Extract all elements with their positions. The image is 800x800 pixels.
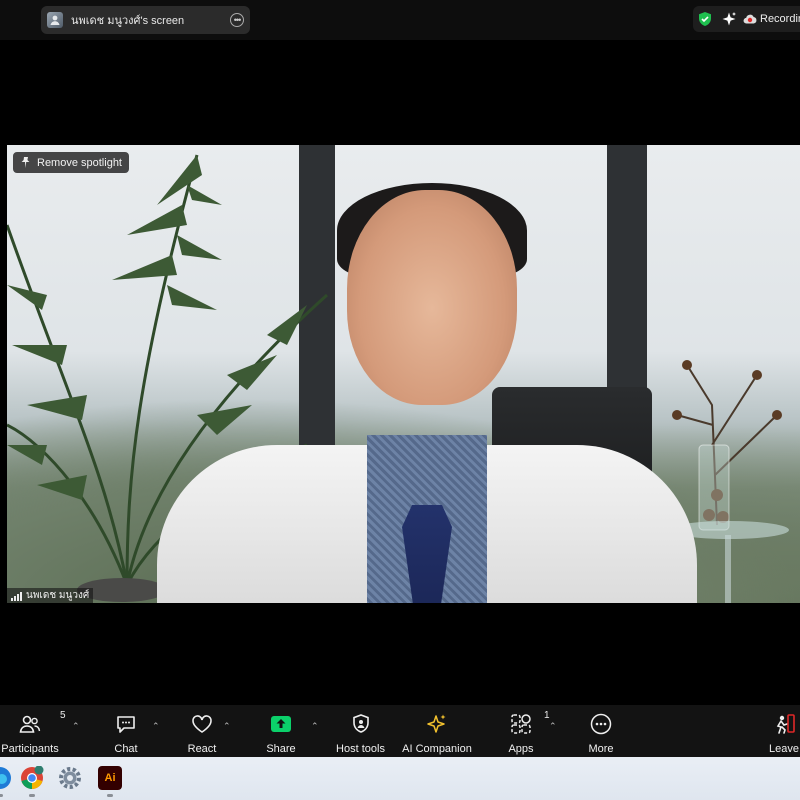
remove-spotlight-label: Remove spotlight (37, 156, 122, 169)
more-label: More (588, 743, 614, 755)
participant-name-tag: นพเดช มนูวงศ์ (7, 588, 94, 603)
running-indicator (0, 794, 3, 797)
meeting-toolbar: 5 Participants ⌃ Chat ⌃ React ⌃ Share ⌃ … (0, 705, 800, 757)
signal-strength-icon (11, 591, 22, 601)
chat-caret-icon[interactable]: ⌃ (152, 721, 160, 732)
more-icon (590, 713, 612, 735)
apps-count: 1 (544, 710, 550, 721)
apps-caret-icon[interactable]: ⌃ (549, 721, 557, 732)
ai-companion-button[interactable]: AI Companion (401, 713, 473, 755)
chat-button[interactable]: Chat (106, 713, 146, 755)
participants-icon (19, 715, 41, 733)
ai-sparkle-icon (427, 714, 446, 733)
react-button[interactable]: React (182, 713, 222, 755)
running-indicator (29, 794, 35, 797)
leave-label: Leave (769, 743, 799, 755)
share-label: Share (266, 743, 296, 755)
more-button[interactable]: More (583, 713, 619, 755)
illustrator-label: Ai (104, 772, 116, 784)
host-tools-button[interactable]: Host tools (333, 713, 388, 755)
settings-icon[interactable] (58, 766, 82, 790)
person-face (347, 190, 517, 405)
running-indicator (107, 794, 113, 797)
participant-name: นพเดช มนูวงศ์ (26, 590, 90, 601)
share-screen-icon (271, 716, 291, 732)
participants-caret-icon[interactable]: ⌃ (72, 721, 80, 732)
shield-check-icon[interactable] (697, 11, 713, 27)
leave-icon (776, 714, 795, 734)
apps-button[interactable]: 1 Apps (501, 710, 549, 755)
participants-label: Participants (1, 743, 59, 755)
status-area: Recording (693, 6, 800, 32)
heart-icon (192, 715, 212, 733)
react-label: React (187, 743, 217, 755)
participants-button[interactable]: 5 Participants (1, 710, 65, 755)
ellipsis-icon[interactable]: ••• (230, 13, 244, 27)
apps-icon (511, 714, 531, 734)
screen-share-indicator[interactable]: นพเดช มนูวงศ์'s screen ••• (41, 6, 250, 34)
leave-button[interactable]: Leave (768, 713, 800, 755)
screen-share-label: นพเดช มนูวงศ์'s screen (71, 15, 185, 27)
share-caret-icon[interactable]: ⌃ (311, 721, 319, 732)
chat-label: Chat (114, 743, 138, 755)
ai-companion-label: AI Companion (402, 743, 472, 755)
shield-icon (352, 714, 369, 733)
participants-count: 5 (60, 710, 66, 721)
react-caret-icon[interactable]: ⌃ (223, 721, 231, 732)
recording-label: Recording (760, 13, 800, 25)
chrome-icon[interactable] (20, 766, 44, 790)
sparkle-icon[interactable] (721, 11, 737, 27)
host-tools-label: Host tools (336, 743, 385, 755)
illustrator-icon[interactable]: Ai (98, 766, 122, 790)
user-avatar (47, 12, 63, 28)
meeting-top-bar: นพเดช มนูวงศ์'s screen ••• Recording (0, 0, 800, 40)
os-taskbar: Ai (0, 757, 800, 800)
apps-label: Apps (508, 743, 534, 755)
chat-icon (117, 716, 135, 733)
spotlight-video[interactable] (7, 145, 800, 603)
pin-icon (21, 157, 30, 168)
cloud-record-icon[interactable] (743, 13, 757, 25)
share-button[interactable]: Share (260, 713, 302, 755)
edge-icon[interactable] (0, 766, 12, 790)
remove-spotlight-button[interactable]: Remove spotlight (13, 152, 129, 173)
